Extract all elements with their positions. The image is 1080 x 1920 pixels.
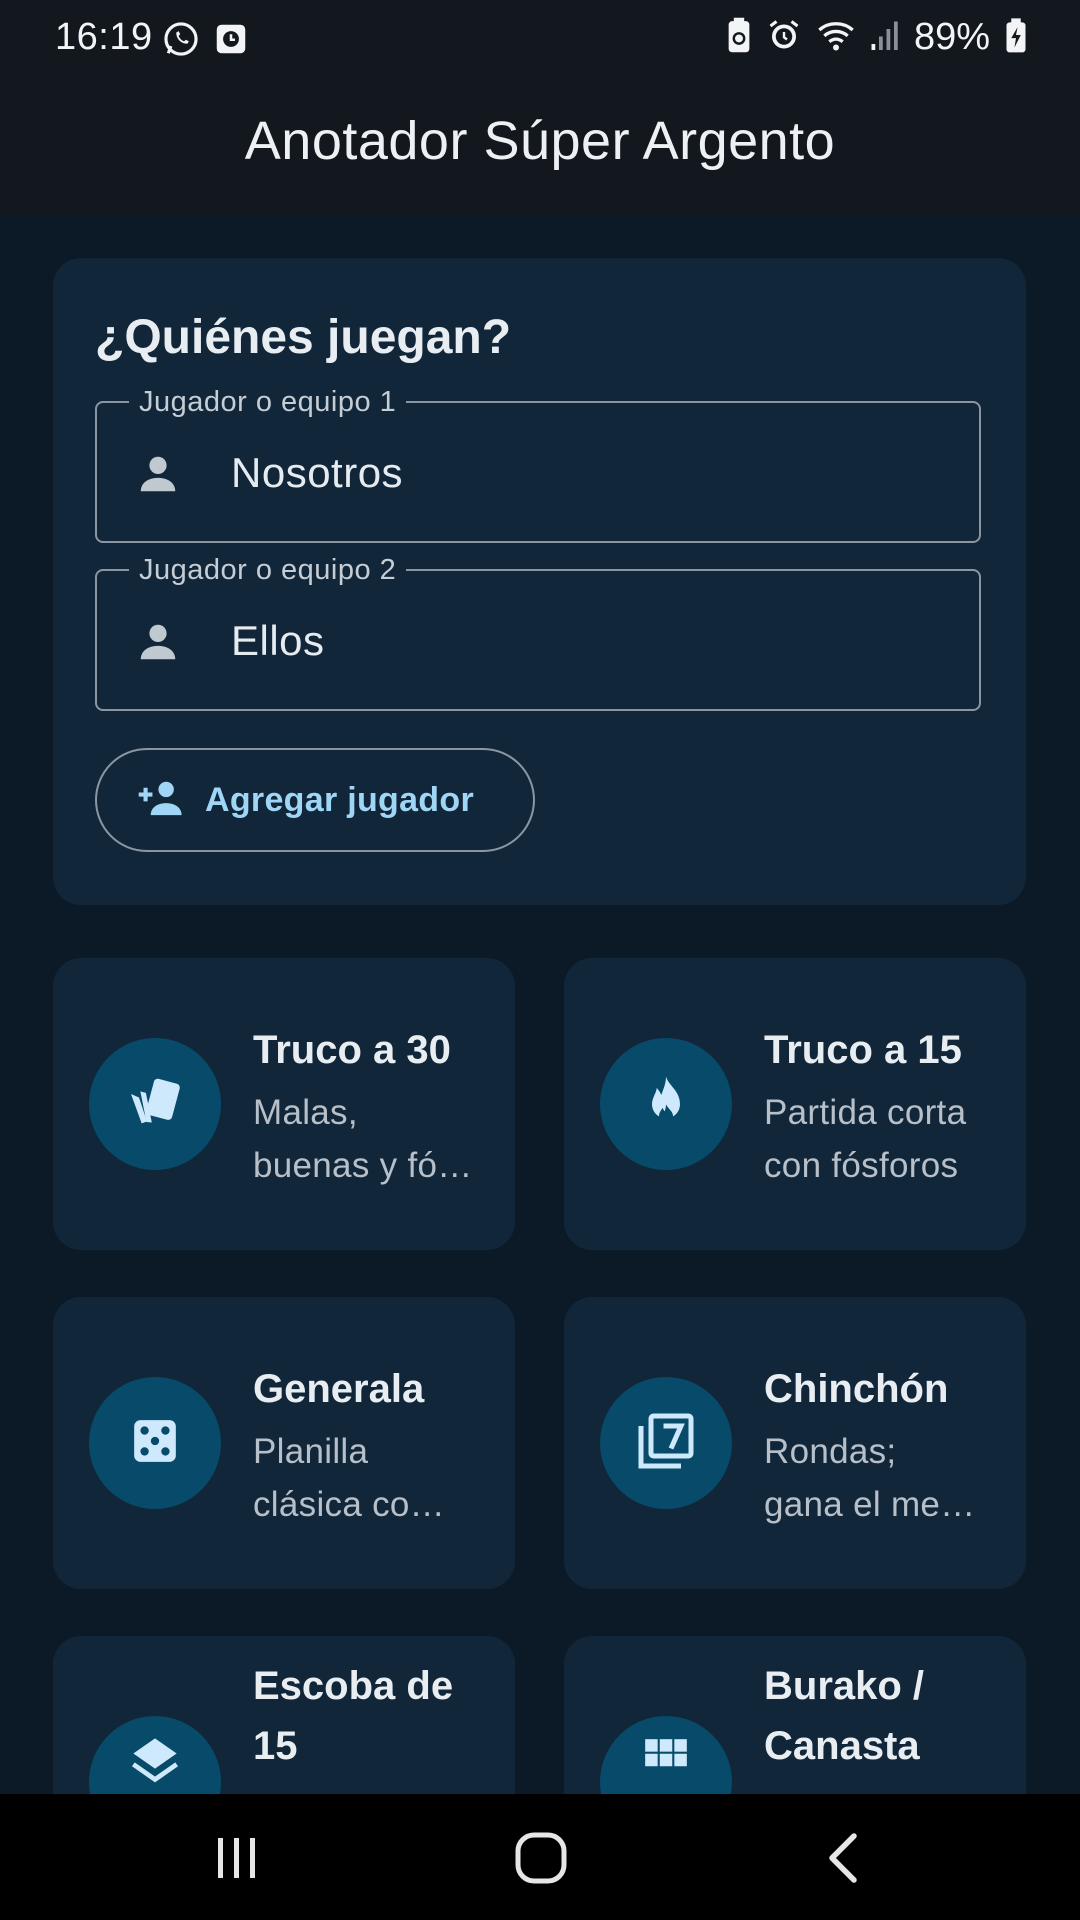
home-icon[interactable]	[513, 1830, 569, 1891]
player-2-input[interactable]	[231, 617, 931, 665]
game-title: Generala	[253, 1367, 425, 1411]
game-icon-container	[89, 1377, 221, 1509]
game-icon-container	[600, 1377, 732, 1509]
game-title: Truco a 30	[253, 1028, 451, 1072]
game-icon-container	[89, 1038, 221, 1170]
filter-7-icon	[636, 1411, 696, 1476]
game-title-line: 15	[253, 1724, 298, 1768]
game-card-escoba[interactable]: Escoba de 15	[53, 1636, 515, 1794]
alarm-icon	[766, 16, 802, 59]
notification-icons	[162, 20, 248, 63]
players-heading: ¿Quiénes juegan?	[95, 311, 512, 364]
navigation-bar	[0, 1794, 1080, 1920]
app-bar: Anotador Súper Argento	[0, 80, 1080, 215]
game-icon-container	[600, 1038, 732, 1170]
player-1-input[interactable]	[231, 449, 931, 497]
game-description-line: clásica co…	[253, 1485, 445, 1524]
game-card-truco-15[interactable]: Truco a 15 Partida corta con fósforos	[564, 958, 1026, 1250]
game-title-line: Escoba de	[253, 1664, 454, 1708]
recent-apps-icon[interactable]	[210, 1834, 264, 1887]
player-1-label: Jugador o equipo 1	[129, 386, 407, 419]
battery-percentage: 89%	[913, 16, 990, 58]
player-2-field[interactable]: Jugador o equipo 2	[95, 554, 981, 711]
game-description-line: con fósforos	[764, 1146, 959, 1185]
game-card-truco-30[interactable]: Truco a 30 Malas, buenas y fó…	[53, 958, 515, 1250]
clock-notification-icon	[214, 20, 248, 63]
game-title: Burako / Canasta	[764, 1656, 1004, 1776]
cards-icon	[123, 1070, 187, 1139]
game-icon-container	[600, 1716, 732, 1794]
players-card: ¿Quiénes juegan? Jugador o equipo 1 Juga…	[53, 258, 1026, 905]
wifi-icon	[816, 16, 856, 59]
game-description-line: Planilla	[253, 1432, 369, 1471]
game-icon-container	[89, 1716, 221, 1794]
game-description-line: Rondas;	[764, 1432, 897, 1471]
game-description-line: buenas y fó…	[253, 1146, 473, 1185]
game-card-burako[interactable]: Burako / Canasta	[564, 1636, 1026, 1794]
layers-icon	[129, 1734, 181, 1791]
fire-icon	[640, 1074, 692, 1135]
person-add-icon	[137, 778, 185, 823]
game-title-line: Canasta	[764, 1724, 920, 1768]
status-bar: 16:19 89%	[0, 0, 1080, 80]
game-title-line: Burako /	[764, 1664, 925, 1708]
game-card-generala[interactable]: Generala Planilla clásica co…	[53, 1297, 515, 1589]
battery-saver-icon	[726, 16, 752, 59]
game-title: Truco a 15	[764, 1028, 962, 1072]
battery-charging-icon	[1004, 16, 1028, 59]
add-player-button[interactable]: Agregar jugador	[95, 748, 535, 852]
game-description-line: Malas,	[253, 1093, 358, 1132]
game-description: Planilla clásica co…	[253, 1425, 493, 1531]
system-status-icons: 89%	[726, 16, 1028, 59]
game-description-line: Partida corta	[764, 1093, 967, 1132]
person-icon	[135, 451, 181, 502]
whatsapp-icon	[162, 20, 200, 63]
game-description: Rondas; gana el me…	[764, 1425, 1004, 1531]
back-icon[interactable]	[820, 1830, 868, 1891]
game-card-chinchon[interactable]: Chinchón Rondas; gana el me…	[564, 1297, 1026, 1589]
game-description-line: gana el me…	[764, 1485, 976, 1524]
player-1-field[interactable]: Jugador o equipo 1	[95, 386, 981, 543]
app-title: Anotador Súper Argento	[244, 111, 836, 171]
game-title: Escoba de 15	[253, 1656, 493, 1776]
grid-icon	[641, 1735, 691, 1790]
game-description: Malas, buenas y fó…	[253, 1086, 493, 1192]
person-icon	[135, 619, 181, 670]
game-description: Partida corta con fósforos	[764, 1086, 1004, 1192]
player-2-label: Jugador o equipo 2	[129, 554, 407, 587]
dice-icon	[130, 1416, 180, 1471]
add-player-label: Agregar jugador	[205, 780, 474, 819]
signal-icon	[870, 16, 900, 59]
status-time: 16:19	[55, 16, 153, 58]
game-title: Chinchón	[764, 1367, 949, 1411]
